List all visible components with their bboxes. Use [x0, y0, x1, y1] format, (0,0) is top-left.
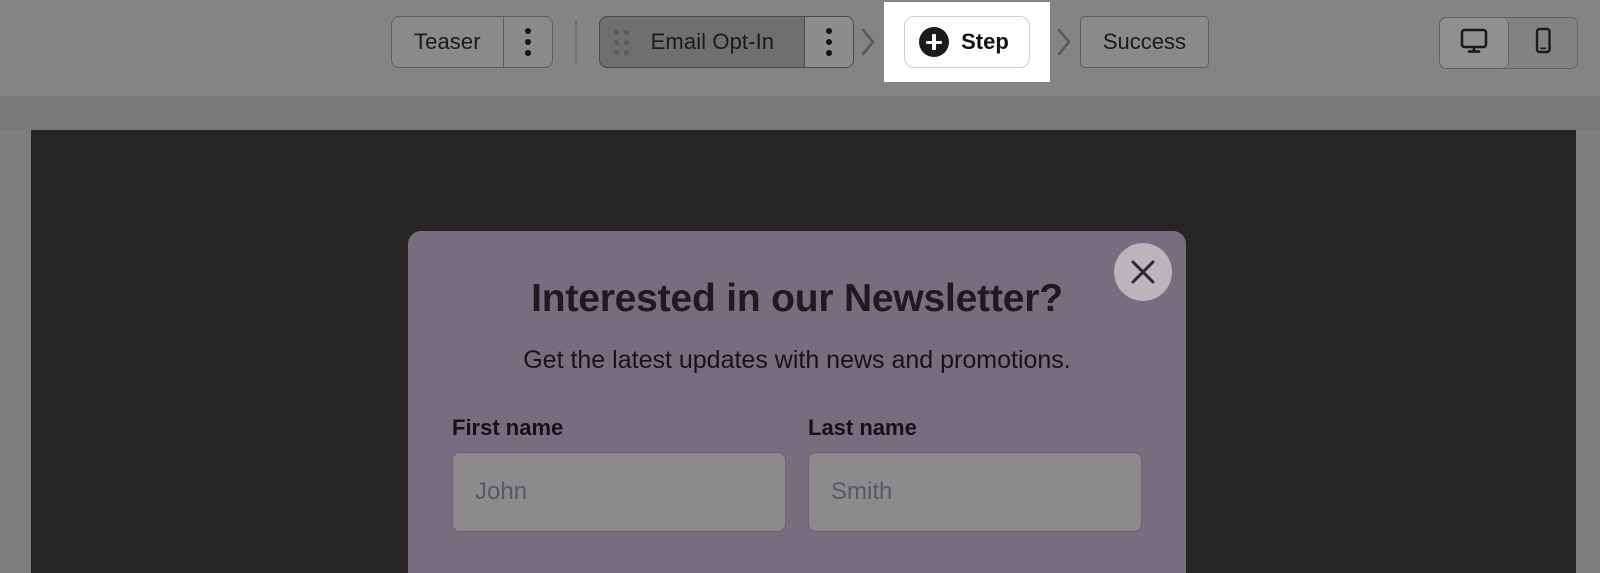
toolbar-underband	[0, 96, 1600, 130]
close-x-icon	[1126, 255, 1160, 289]
editor-toolbar: Teaser Email Opt-In Step Success	[0, 0, 1600, 96]
add-step-button-label: Step	[961, 29, 1009, 54]
step-chip-teaser-label[interactable]: Teaser	[392, 17, 503, 67]
steps-group: Teaser Email Opt-In Step Success	[391, 0, 1209, 84]
last-name-label: Last name	[808, 415, 917, 440]
first-name-label: First name	[452, 415, 564, 440]
modal-close-button[interactable]	[1114, 243, 1172, 301]
first-name-input[interactable]	[452, 452, 786, 532]
chevron-right-icon	[1050, 27, 1080, 57]
kebab-menu-icon	[524, 28, 531, 56]
last-name-field-group: Last name	[808, 415, 1142, 532]
plus-circle-icon	[919, 27, 950, 57]
modal-title: Interested in our Newsletter?	[531, 277, 1063, 320]
add-step-highlight-panel: Step	[884, 2, 1050, 82]
kebab-menu-icon	[826, 28, 833, 56]
step-chip-success[interactable]: Success	[1079, 16, 1209, 68]
mobile-phone-icon	[1532, 26, 1554, 61]
step-chip-teaser[interactable]: Teaser	[391, 16, 553, 68]
step-chip-email-opt-in[interactable]: Email Opt-In	[598, 16, 855, 68]
preview-canvas: Interested in our Newsletter? Get the la…	[31, 130, 1576, 573]
modal-subtitle: Get the latest updates with news and pro…	[523, 346, 1071, 374]
device-toggle-desktop[interactable]	[1440, 18, 1509, 68]
drag-handle-icon[interactable]	[613, 29, 629, 55]
step-chip-email-opt-in-label[interactable]: Email Opt-In	[628, 17, 805, 67]
name-fields-row: First name Last name	[452, 375, 1142, 532]
add-step-button[interactable]: Step	[904, 16, 1030, 68]
device-preview-toggle	[1439, 17, 1578, 69]
first-name-field-group: First name	[452, 415, 786, 532]
step-chip-teaser-menu-button[interactable]	[502, 17, 552, 67]
toolbar-divider	[574, 20, 577, 64]
last-name-input[interactable]	[808, 452, 1142, 532]
step-flow-bar: Teaser Email Opt-In Step Success	[0, 0, 1600, 84]
chevron-right-icon	[854, 27, 884, 57]
newsletter-modal: Interested in our Newsletter? Get the la…	[408, 231, 1186, 573]
step-chip-email-opt-in-menu-button[interactable]	[804, 17, 854, 67]
device-toggle-mobile[interactable]	[1509, 18, 1577, 68]
desktop-monitor-icon	[1459, 27, 1489, 60]
